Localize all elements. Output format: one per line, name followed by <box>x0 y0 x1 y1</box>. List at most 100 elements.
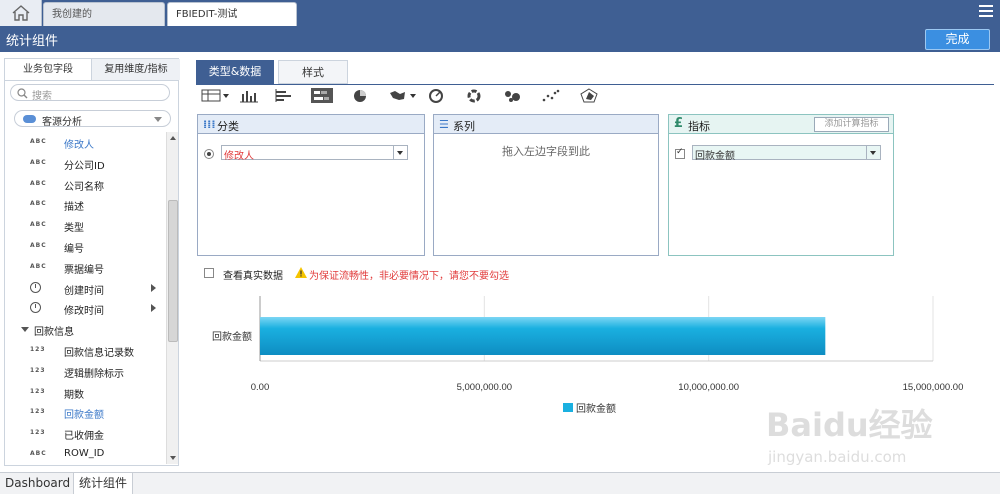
tab-label: FBIEDIT-测试 <box>176 9 238 20</box>
tab-divider <box>196 84 994 85</box>
field-name: 回款金额 <box>64 410 104 422</box>
top-tab-bar: 我创建的 FBIEDIT-测试 <box>0 0 1000 26</box>
field-item[interactable]: ABC 类型 <box>8 216 163 236</box>
home-button[interactable] <box>0 0 42 26</box>
field-item[interactable]: 123 回款信息记录数 <box>8 341 163 361</box>
expand-icon[interactable] <box>151 283 156 292</box>
field-type-badge: ABC <box>30 138 47 145</box>
category-radio[interactable] <box>204 149 214 159</box>
field-item[interactable]: 123 已收佣金 <box>8 424 163 444</box>
tab-type-data[interactable]: 类型&数据 <box>196 60 274 84</box>
series-title: 系列 <box>453 120 475 133</box>
real-data-checkbox[interactable] <box>204 268 214 278</box>
field-item[interactable]: ABC 分公司ID <box>8 154 163 174</box>
x-tick-label: 5,000,000.00 <box>457 382 512 393</box>
metric-field-value: 回款金额 <box>695 151 735 162</box>
field-group[interactable]: 回款信息 <box>8 320 163 340</box>
field-type-badge: ABC <box>30 450 47 457</box>
clock-icon <box>30 302 41 314</box>
field-name: 逻辑删除标示 <box>64 368 124 380</box>
done-button[interactable]: 完成 <box>925 29 990 50</box>
chart-type-map-icon[interactable] <box>387 87 417 104</box>
field-item[interactable]: 123 逻辑删除标示 <box>8 362 163 382</box>
tab-style[interactable]: 样式 <box>278 60 348 84</box>
field-item[interactable]: ABC 描述 <box>8 195 163 215</box>
metric-field-select[interactable]: 回款金额 <box>692 145 881 162</box>
x-tick-label: 0.00 <box>251 382 270 393</box>
pie-chart-icon <box>354 90 366 102</box>
field-item[interactable]: ABC 编号 <box>8 237 163 257</box>
chevron-down-icon[interactable] <box>410 94 416 98</box>
bar <box>260 317 826 355</box>
tab-business-fields[interactable]: 业务包字段 <box>5 59 92 80</box>
chart-type-pie-chart-icon[interactable] <box>349 87 379 104</box>
clock-icon <box>30 281 41 293</box>
pound-icon: £ <box>674 116 684 131</box>
scroll-up-icon[interactable] <box>170 136 176 140</box>
metric-zone[interactable]: £ 指标 添加计算指标 回款金额 <box>668 114 894 256</box>
scroll-down-icon[interactable] <box>170 456 176 460</box>
field-type-badge: ABC <box>30 221 47 229</box>
chart-type-table-icon[interactable] <box>200 87 230 104</box>
chart-type-bubble-icon[interactable] <box>502 87 532 104</box>
tab-dashboard[interactable]: Dashboard <box>0 473 75 494</box>
chart-type-horizontal-bar-icon[interactable] <box>273 87 303 104</box>
metric-title: 指标 <box>688 120 710 133</box>
search-input[interactable]: 搜索 <box>10 84 170 102</box>
collapse-icon[interactable] <box>21 327 29 333</box>
tab-my-created[interactable]: 我创建的 <box>43 2 165 26</box>
series-icon: ☰ <box>439 118 449 131</box>
tab-fbiedit-test[interactable]: FBIEDIT-测试 <box>167 2 297 26</box>
field-item[interactable]: 123 回款金额 <box>8 403 163 423</box>
package-select[interactable]: 客源分析 <box>14 110 171 128</box>
field-name: 公司名称 <box>64 181 104 193</box>
map-icon <box>390 91 405 100</box>
field-item[interactable]: 创建时间 <box>8 279 163 299</box>
field-type-badge: ABC <box>30 179 47 187</box>
field-item[interactable]: 修改时间 <box>8 299 163 319</box>
field-type-badge: 123 <box>30 429 46 437</box>
field-item[interactable]: ABC 修改人 <box>8 133 163 153</box>
field-item[interactable]: ABC 公司名称 <box>8 175 163 195</box>
field-list: ABC 修改人 ABC 分公司ID ABC 公司名称 ABC 描述 ABC 类型 ABC 编号 ABC 票… <box>8 132 163 466</box>
bar-chart-icon <box>240 91 258 103</box>
category-title: 分类 <box>217 120 239 133</box>
series-drop-hint: 拖入左边字段到此 <box>502 145 590 158</box>
chart-type-stacked-bar-icon[interactable] <box>311 87 341 104</box>
watermark-logo: Baidu经验 <box>766 406 933 444</box>
field-name: 修改时间 <box>64 306 104 318</box>
chevron-down-icon[interactable] <box>866 146 880 159</box>
search-placeholder: 搜索 <box>32 91 52 102</box>
package-name: 客源分析 <box>42 117 82 128</box>
chevron-down-icon[interactable] <box>393 146 407 159</box>
page-title: 统计组件 <box>6 34 59 49</box>
chart-type-donut-icon[interactable] <box>463 87 493 104</box>
cloud-icon <box>23 115 36 123</box>
expand-icon[interactable] <box>151 304 156 313</box>
field-type-badge: ABC <box>30 158 47 166</box>
field-item[interactable]: ABC ROW_ID <box>8 445 163 465</box>
add-calculated-metric-button[interactable]: 添加计算指标 <box>814 117 889 132</box>
scatter-icon <box>542 89 560 102</box>
y-tick-label: 回款金额 <box>212 330 252 343</box>
horizontal-bar-icon <box>275 89 291 102</box>
field-name: 票据编号 <box>64 264 104 276</box>
field-panel-tabs: 业务包字段 复用维度/指标 <box>5 59 180 81</box>
series-zone[interactable]: ☰ 系列 拖入左边字段到此 <box>433 114 659 256</box>
chevron-down-icon[interactable] <box>223 94 229 98</box>
field-item[interactable]: 123 期数 <box>8 383 163 403</box>
chart-type-bar-chart-icon[interactable] <box>238 87 268 104</box>
field-item[interactable]: ABC 票据编号 <box>8 258 163 278</box>
chart-type-scatter-icon[interactable] <box>540 87 570 104</box>
metric-checkbox[interactable] <box>675 147 685 159</box>
tab-stat-component[interactable]: 统计组件 <box>73 473 134 494</box>
menu-icon[interactable] <box>979 5 993 19</box>
watermark: Baidu经验 jingyan.baidu.com <box>756 392 996 472</box>
scroll-thumb[interactable] <box>168 200 178 342</box>
chart-type-radar-icon[interactable] <box>578 87 608 104</box>
chart-type-gauge-icon[interactable] <box>425 87 455 104</box>
tab-reuse-dimensions[interactable]: 复用维度/指标 <box>92 59 180 80</box>
category-zone[interactable]: ⁞⁞⁞ 分类 修改人 <box>197 114 425 256</box>
field-list-scrollbar[interactable] <box>166 132 178 464</box>
category-field-select[interactable]: 修改人 <box>221 145 408 162</box>
